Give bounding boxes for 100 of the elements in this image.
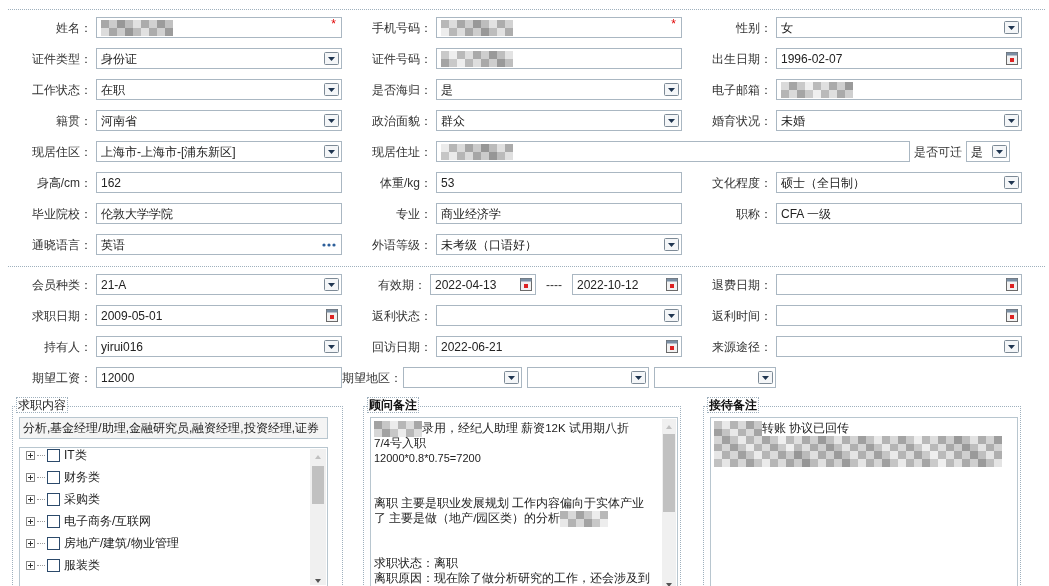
text-field[interactable]: 53 bbox=[436, 172, 682, 193]
dropdown-caret-icon bbox=[324, 114, 339, 127]
text-field[interactable]: 12000 bbox=[96, 367, 342, 388]
expand-icon[interactable] bbox=[26, 538, 35, 548]
date-field[interactable]: 2009-05-01 bbox=[96, 305, 342, 326]
date-field[interactable] bbox=[776, 305, 1022, 326]
note-text: 求职状态：离职 bbox=[374, 556, 458, 571]
dropdown[interactable]: 女 bbox=[776, 17, 1022, 38]
field-label: 是否海归： bbox=[371, 81, 432, 99]
note-text: 离职原因：现在除了做分析研究的工作，还会涉及到 bbox=[374, 571, 650, 586]
text-field[interactable]: 162 bbox=[96, 172, 342, 193]
text-field[interactable]: 伦敦大学学院 bbox=[96, 203, 342, 224]
checkbox[interactable] bbox=[47, 492, 60, 506]
lookup-field[interactable]: 英语 bbox=[96, 234, 342, 255]
tree-item[interactable]: 采购类 bbox=[64, 490, 100, 508]
dropdown-caret-icon bbox=[631, 371, 646, 384]
field-label: 来源途径： bbox=[711, 338, 772, 356]
dropdown[interactable]: 是 bbox=[436, 79, 682, 100]
text-field[interactable]: * bbox=[96, 17, 342, 38]
expand-icon[interactable] bbox=[26, 560, 35, 570]
field-label: 文化程度： bbox=[711, 174, 772, 192]
dropdown[interactable]: 硕士（全日制） bbox=[776, 172, 1022, 193]
text-field[interactable]: * bbox=[436, 17, 682, 38]
field-label: 出生日期： bbox=[711, 50, 772, 68]
dropdown-caret-icon bbox=[664, 83, 679, 96]
date-field[interactable] bbox=[776, 274, 1022, 295]
field-label: 体重/kg： bbox=[379, 174, 432, 192]
date-field[interactable]: 2022-04-13 bbox=[430, 274, 536, 295]
text-field[interactable] bbox=[776, 79, 1022, 100]
dropdown[interactable]: 21-A bbox=[96, 274, 342, 295]
checkbox[interactable] bbox=[47, 448, 60, 462]
expand-icon[interactable] bbox=[26, 450, 35, 460]
field-label: 外语等级： bbox=[371, 236, 432, 254]
tree-item[interactable]: 服装类 bbox=[64, 556, 100, 574]
field-label: 求职日期： bbox=[31, 307, 92, 325]
date-field[interactable]: 2022-10-12 bbox=[572, 274, 682, 295]
dropdown[interactable]: 在职 bbox=[96, 79, 342, 100]
text-field[interactable]: CFA 一级 bbox=[776, 203, 1022, 224]
field-label: 姓名： bbox=[55, 19, 92, 37]
dropdown[interactable]: 未婚 bbox=[776, 110, 1022, 131]
dropdown[interactable]: 身份证 bbox=[96, 48, 342, 69]
more-icon bbox=[322, 242, 336, 247]
notes-textarea[interactable]: 录用，经纪人助理 薪资12K 试用期八折 7/4号入职 12000*0.8*0.75=7200 离职 主要是职业发展规划 工作内容偏向于实体产业 了 主要是做（地产/园区类）的分析 求职状态：离职 离职原因：现在除了做分析研究的工作，还会涉及到 bbox=[370, 417, 678, 586]
dropdown[interactable]: 群众 bbox=[436, 110, 682, 131]
tree-item[interactable]: 房地产/建筑/物业管理 bbox=[64, 534, 179, 552]
checkbox[interactable] bbox=[47, 514, 60, 528]
dropdown[interactable]: 上海市-上海市-[浦东新区] bbox=[96, 141, 342, 162]
field-label: 退费日期： bbox=[711, 276, 772, 294]
date-field[interactable]: 2022-06-21 bbox=[436, 336, 682, 357]
field-label: 是否可迁 bbox=[914, 143, 962, 161]
panel-legend: 求职内容 bbox=[16, 397, 68, 413]
dropdown-caret-icon bbox=[664, 238, 679, 251]
text-field[interactable] bbox=[436, 48, 682, 69]
note-text: 录用，经纪人助理 薪资12K 试用期八折 bbox=[422, 421, 629, 436]
dropdown[interactable] bbox=[403, 367, 522, 388]
field-label: 返利状态： bbox=[371, 307, 432, 325]
dropdown-caret-icon bbox=[324, 278, 339, 291]
blurred-text bbox=[374, 420, 422, 437]
dropdown-caret-icon bbox=[324, 52, 339, 65]
field-label: 工作状态： bbox=[31, 81, 92, 99]
field-label: 籍贯： bbox=[55, 112, 92, 130]
dropdown[interactable] bbox=[527, 367, 649, 388]
panel-legend: 接待备注 bbox=[707, 397, 759, 413]
text-field[interactable]: 商业经济学 bbox=[436, 203, 682, 224]
expand-icon[interactable] bbox=[26, 472, 35, 482]
text-field[interactable]: 分析,基金经理/助理,金融研究员,融资经理,投资经理,证券 bbox=[19, 417, 328, 439]
note-text: 了 主要是做（地产/园区类）的分析 bbox=[374, 511, 561, 526]
tree-item[interactable]: IT类 bbox=[64, 446, 87, 464]
field-label: 持有人： bbox=[43, 338, 92, 356]
field-label: 证件类型： bbox=[31, 50, 92, 68]
dropdown[interactable]: 河南省 bbox=[96, 110, 342, 131]
expand-icon[interactable] bbox=[26, 494, 35, 504]
dropdown-caret-icon bbox=[992, 145, 1007, 158]
dropdown[interactable]: 未考级（口语好） bbox=[436, 234, 682, 255]
tree-item[interactable]: 财务类 bbox=[64, 468, 100, 486]
field-label: 婚育状况： bbox=[711, 112, 772, 130]
note-text: 7/4号入职 bbox=[374, 436, 426, 451]
calendar-icon bbox=[1006, 278, 1018, 291]
dropdown-caret-icon bbox=[1004, 340, 1019, 353]
text-field[interactable] bbox=[436, 141, 910, 162]
dropdown-caret-icon bbox=[324, 340, 339, 353]
dropdown[interactable] bbox=[654, 367, 776, 388]
checkbox[interactable] bbox=[47, 558, 60, 572]
note-text: 12000*0.8*0.75=7200 bbox=[374, 451, 481, 466]
dropdown[interactable]: yirui016 bbox=[96, 336, 342, 357]
checkbox[interactable] bbox=[47, 536, 60, 550]
checkbox[interactable] bbox=[47, 470, 60, 484]
field-label: 通晓语言： bbox=[31, 236, 92, 254]
tree-item[interactable]: 电子商务/互联网 bbox=[64, 512, 152, 530]
date-field[interactable]: 1996-02-07 bbox=[776, 48, 1022, 69]
required-mark: * bbox=[331, 18, 336, 30]
dropdown[interactable]: 是 bbox=[966, 141, 1010, 162]
field-label: 现居住址： bbox=[371, 143, 432, 161]
field-label: 回访日期： bbox=[371, 338, 432, 356]
calendar-icon bbox=[520, 278, 532, 291]
field-label: 职称： bbox=[735, 205, 772, 223]
expand-icon[interactable] bbox=[26, 516, 35, 526]
notes-textarea[interactable]: 转账 协议已回传 bbox=[710, 417, 1018, 586]
field-label: 身高/cm： bbox=[35, 174, 92, 192]
dropdown-caret-icon bbox=[664, 309, 679, 322]
